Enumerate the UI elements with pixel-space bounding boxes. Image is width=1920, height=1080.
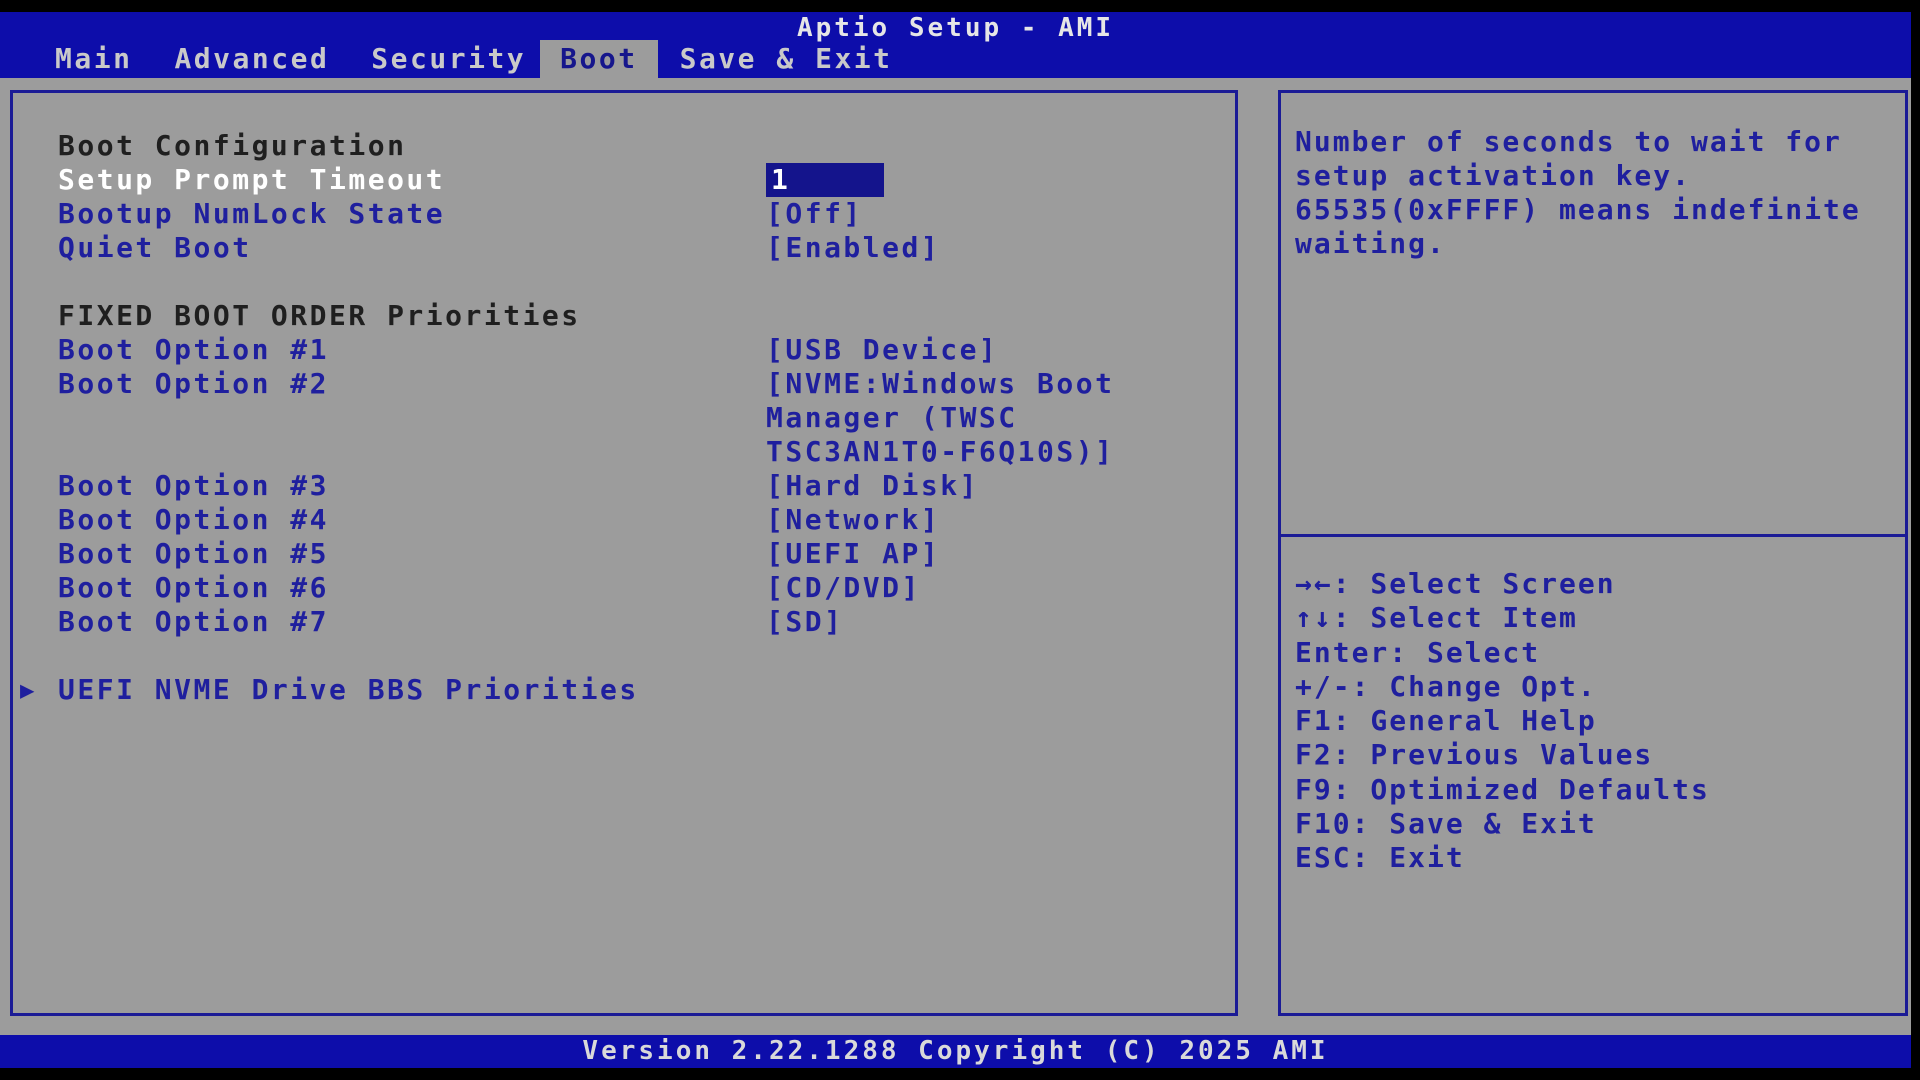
- title-bar: Aptio Setup - AMI Main Advanced Security…: [0, 12, 1911, 78]
- option-boot-option-4[interactable]: Boot Option #4 [Network]: [13, 503, 1235, 537]
- help-line: setup activation key.: [1295, 159, 1895, 193]
- hotkey-f1-help: F1: General Help: [1295, 704, 1895, 738]
- option-value: [CD/DVD]: [766, 571, 1156, 605]
- option-label: Boot Option #4: [58, 503, 766, 537]
- option-boot-option-6[interactable]: Boot Option #6 [CD/DVD]: [13, 571, 1235, 605]
- hotkey-esc-exit: ESC: Exit: [1295, 841, 1895, 875]
- option-label: Boot Option #3: [58, 469, 766, 503]
- hotkey-select-screen: →←: Select Screen: [1295, 567, 1895, 601]
- options-panel: Boot Configuration Setup Prompt Timeout …: [10, 90, 1238, 1016]
- option-value: [Enabled]: [766, 231, 1156, 265]
- hotkey-select-item: ↑↓: Select Item: [1295, 601, 1895, 635]
- hotkey-f10-save-exit: F10: Save & Exit: [1295, 807, 1895, 841]
- option-boot-option-2[interactable]: Boot Option #2 [NVME:Windows Boot Manage…: [13, 367, 1235, 469]
- option-boot-option-3[interactable]: Boot Option #3 [Hard Disk]: [13, 469, 1235, 503]
- help-line: Number of seconds to wait for: [1295, 125, 1895, 159]
- option-value: [Hard Disk]: [766, 469, 1156, 503]
- help-line: 65535(0xFFFF) means indefinite: [1295, 193, 1895, 227]
- option-label: Bootup NumLock State: [58, 197, 766, 231]
- tab-save-exit[interactable]: Save & Exit: [680, 40, 893, 78]
- option-boot-option-1[interactable]: Boot Option #1 [USB Device]: [13, 333, 1235, 367]
- help-line: waiting.: [1295, 227, 1895, 261]
- hotkey-legend: →←: Select Screen ↑↓: Select Item Enter:…: [1281, 537, 1905, 876]
- option-value: [Network]: [766, 503, 1156, 537]
- item-help-text: Number of seconds to wait for setup acti…: [1281, 93, 1905, 537]
- option-label: Boot Option #1: [58, 333, 766, 367]
- option-quiet-boot[interactable]: Quiet Boot [Enabled]: [13, 231, 1235, 265]
- help-panel: Number of seconds to wait for setup acti…: [1278, 90, 1908, 1016]
- option-boot-option-5[interactable]: Boot Option #5 [UEFI AP]: [13, 537, 1235, 571]
- option-boot-option-7[interactable]: Boot Option #7 [SD]: [13, 605, 1235, 639]
- option-value-editbox[interactable]: 1: [766, 163, 884, 197]
- option-value: [NVME:Windows Boot Manager (TWSC TSC3AN1…: [766, 367, 1156, 469]
- option-label: Boot Option #5: [58, 537, 766, 571]
- hotkey-f9-defaults: F9: Optimized Defaults: [1295, 773, 1895, 807]
- submenu-arrow-icon: ▶: [20, 673, 37, 707]
- hotkey-f2-previous: F2: Previous Values: [1295, 738, 1895, 772]
- option-label: Boot Option #6: [58, 571, 766, 605]
- menu-bar: Main Advanced Security Boot Save & Exit: [0, 40, 1911, 78]
- submenu-label: UEFI NVME Drive BBS Priorities: [58, 673, 766, 707]
- content-area: Boot Configuration Setup Prompt Timeout …: [0, 78, 1911, 1035]
- option-value: [Off]: [766, 197, 1156, 231]
- option-setup-prompt-timeout[interactable]: Setup Prompt Timeout 1: [13, 163, 1235, 197]
- option-label: Setup Prompt Timeout: [58, 163, 766, 197]
- option-value: [UEFI AP]: [766, 537, 1156, 571]
- hotkey-enter-select: Enter: Select: [1295, 636, 1895, 670]
- bios-screen: Aptio Setup - AMI Main Advanced Security…: [0, 12, 1911, 1068]
- option-label: Quiet Boot: [58, 231, 766, 265]
- option-label: Boot Option #7: [58, 605, 766, 639]
- version-bar: Version 2.22.1288 Copyright (C) 2025 AMI: [0, 1035, 1911, 1068]
- tab-main[interactable]: Main: [55, 40, 132, 78]
- app-title: Aptio Setup - AMI: [0, 12, 1911, 40]
- hotkey-change-opt: +/-: Change Opt.: [1295, 670, 1895, 704]
- option-value: [SD]: [766, 605, 1156, 639]
- section-fixed-boot-order: FIXED BOOT ORDER Priorities: [13, 299, 1235, 333]
- tab-advanced[interactable]: Advanced: [174, 40, 329, 78]
- option-label: Boot Option #2: [58, 367, 766, 469]
- submenu-uefi-nvme-bbs-priorities[interactable]: ▶ UEFI NVME Drive BBS Priorities: [13, 673, 1235, 707]
- section-boot-configuration: Boot Configuration: [13, 129, 1235, 163]
- blank-row: [13, 265, 1235, 299]
- option-value: [USB Device]: [766, 333, 1156, 367]
- version-text: Version 2.22.1288 Copyright (C) 2025 AMI: [582, 1036, 1328, 1066]
- tab-boot-active[interactable]: Boot: [540, 40, 657, 78]
- tab-security[interactable]: Security: [371, 40, 526, 78]
- option-bootup-numlock-state[interactable]: Bootup NumLock State [Off]: [13, 197, 1235, 231]
